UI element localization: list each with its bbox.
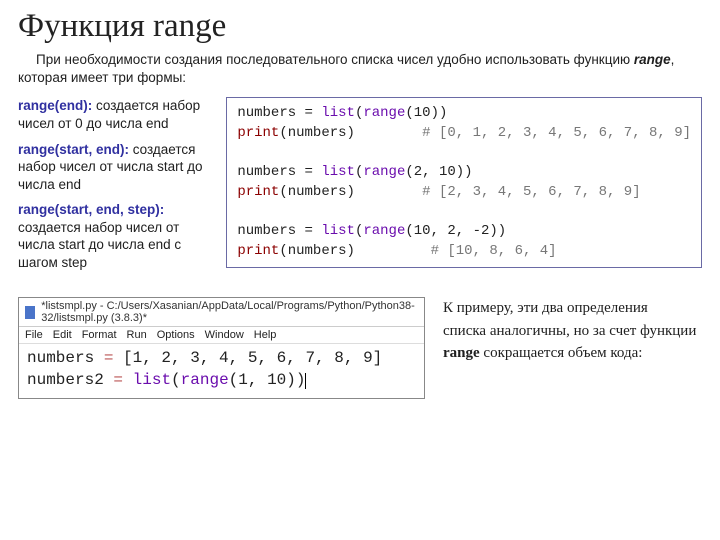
- def-range-end: range(end): создается набор чисел от 0 д…: [18, 97, 212, 132]
- code-keyword: print: [237, 243, 279, 259]
- editor-func: list: [133, 371, 171, 389]
- code-text: numbers =: [237, 105, 321, 121]
- editor-text: [1, 2, 3, 4, 5, 6, 7, 8, 9]: [113, 349, 382, 367]
- editor-text: numbers: [27, 349, 104, 367]
- editor-titlebar-text: *listsmpl.py - C:/Users/Xasanian/AppData…: [41, 300, 418, 324]
- editor-text: [123, 371, 133, 389]
- code-keyword: print: [237, 184, 279, 200]
- code-text: numbers =: [237, 223, 321, 239]
- idle-editor-window: *listsmpl.py - C:/Users/Xasanian/AppData…: [18, 297, 425, 398]
- def-sig: range(start, end):: [18, 142, 129, 157]
- code-text: (numbers): [279, 125, 422, 141]
- editor-func: range: [181, 371, 229, 389]
- menu-help[interactable]: Help: [254, 329, 277, 341]
- code-keyword: print: [237, 125, 279, 141]
- menu-format[interactable]: Format: [82, 329, 117, 341]
- code-comment: # [10, 8, 6, 4]: [431, 243, 557, 259]
- menu-options[interactable]: Options: [157, 329, 195, 341]
- code-func: list: [321, 164, 355, 180]
- def-sig: range(end):: [18, 98, 92, 113]
- menu-file[interactable]: File: [25, 329, 43, 341]
- menu-window[interactable]: Window: [205, 329, 244, 341]
- page-title: Функция range: [18, 8, 702, 45]
- aside-text-part: списка аналогичны, но за счет функции: [443, 323, 696, 339]
- menu-edit[interactable]: Edit: [53, 329, 72, 341]
- code-func: range: [363, 223, 405, 239]
- editor-text: numbers2: [27, 371, 113, 389]
- intro-text: При необходимости создания последователь…: [18, 51, 702, 87]
- code-text: (2, 10)): [405, 164, 472, 180]
- code-func: list: [321, 223, 355, 239]
- menu-run[interactable]: Run: [127, 329, 147, 341]
- code-text: (numbers): [279, 184, 422, 200]
- aside-bold: range: [443, 345, 480, 361]
- editor-text: (: [171, 371, 181, 389]
- code-comment: # [2, 3, 4, 5, 6, 7, 8, 9]: [422, 184, 640, 200]
- editor-operator: =: [113, 371, 123, 389]
- def-sig: range(start, end, step):: [18, 202, 164, 217]
- intro-before: При необходимости создания последователь…: [36, 52, 634, 67]
- definitions-list: range(end): создается набор чисел от 0 д…: [18, 97, 212, 279]
- code-func: range: [363, 105, 405, 121]
- aside-text: К примеру, эти два определения списка ан…: [443, 297, 698, 365]
- def-range-start-end: range(start, end): создается набор чисел…: [18, 141, 212, 194]
- code-text: (10)): [405, 105, 447, 121]
- code-text: numbers =: [237, 164, 321, 180]
- code-example-box: numbers = list(range(10)) print(numbers)…: [226, 97, 702, 268]
- def-desc: создается набор чисел от числа start до …: [18, 220, 181, 270]
- code-func: list: [321, 105, 355, 121]
- aside-text-part: сокращается объем кода:: [480, 345, 643, 361]
- def-range-start-end-step: range(start, end, step): создается набор…: [18, 201, 212, 271]
- python-file-icon: [25, 306, 35, 319]
- code-text: (numbers): [279, 243, 430, 259]
- intro-bold: range: [634, 52, 671, 67]
- editor-text: (1, 10)): [229, 371, 306, 389]
- text-cursor-icon: [305, 373, 306, 389]
- code-comment: # [0, 1, 2, 3, 4, 5, 6, 7, 8, 9]: [422, 125, 691, 141]
- editor-operator: =: [104, 349, 114, 367]
- editor-titlebar: *listsmpl.py - C:/Users/Xasanian/AppData…: [19, 298, 424, 327]
- aside-line1: К примеру, эти два определения: [443, 297, 698, 320]
- aside-line2: списка аналогичны, но за счет функции ra…: [443, 320, 698, 365]
- editor-menubar: File Edit Format Run Options Window Help: [19, 327, 424, 344]
- editor-body[interactable]: numbers = [1, 2, 3, 4, 5, 6, 7, 8, 9] nu…: [19, 344, 424, 397]
- code-text: (10, 2, -2)): [405, 223, 506, 239]
- code-func: range: [363, 164, 405, 180]
